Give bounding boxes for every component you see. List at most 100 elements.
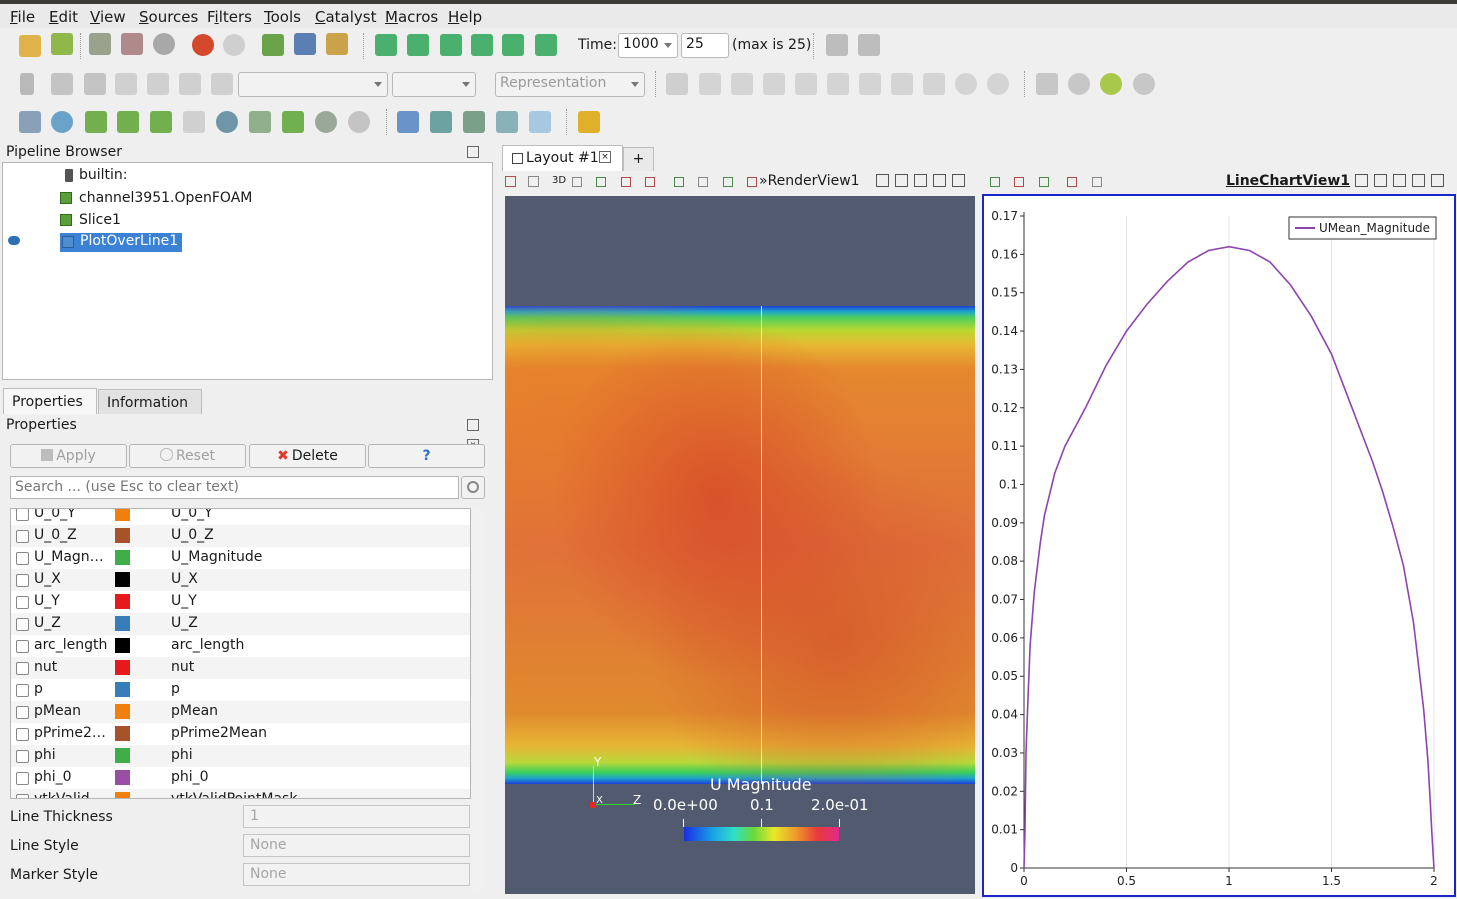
series-visibility-checkbox[interactable]	[16, 706, 29, 719]
warp-vector-icon[interactable]	[282, 111, 304, 133]
close-icon[interactable]: ×	[599, 151, 611, 163]
menu-file[interactable]: File	[10, 8, 35, 26]
series-visibility-checkbox[interactable]	[16, 574, 29, 587]
rescale-temporal-icon[interactable]	[179, 73, 201, 95]
rescale-visible-icon[interactable]	[147, 73, 169, 95]
series-visibility-checkbox[interactable]	[16, 552, 29, 565]
series-color-swatch[interactable]	[115, 660, 130, 675]
add-layout-tab[interactable]: +	[623, 147, 654, 171]
series-legend-label[interactable]: arc_length	[171, 637, 244, 653]
show-center-icon[interactable]	[1100, 73, 1122, 95]
zoom-box-icon[interactable]	[731, 73, 753, 95]
series-legend-label[interactable]: U_0_Z	[171, 527, 214, 543]
edit-color-map-icon[interactable]	[51, 73, 73, 95]
select-polygon-icon[interactable]	[1038, 177, 1049, 187]
plot-data-icon[interactable]	[430, 111, 452, 133]
representation-combo[interactable]: Representation	[495, 72, 645, 97]
tab-information[interactable]: Information	[98, 389, 202, 414]
interactive-select-icon[interactable]	[698, 177, 709, 187]
series-color-swatch[interactable]	[115, 770, 130, 785]
series-visibility-checkbox[interactable]	[16, 640, 29, 653]
restore-icon[interactable]	[933, 174, 946, 187]
series-legend-label[interactable]: U_X	[171, 571, 198, 587]
last-frame-icon[interactable]	[502, 34, 524, 56]
series-legend-label[interactable]: p	[171, 681, 180, 697]
menu-sources[interactable]: Sources	[139, 8, 198, 26]
stream-tracer-icon[interactable]	[249, 111, 271, 133]
series-visibility-checkbox[interactable]	[16, 728, 29, 741]
pipeline-item-plotoverline1[interactable]: PlotOverLine1	[60, 233, 182, 252]
series-color-swatch[interactable]	[115, 726, 130, 741]
group-datasets-icon[interactable]	[315, 111, 337, 133]
properties-dock-buttons[interactable]: ×	[467, 419, 493, 451]
properties-scrollbar[interactable]	[471, 800, 485, 893]
series-legend-label[interactable]: pMean	[171, 703, 218, 719]
add-selection-icon[interactable]	[858, 34, 880, 56]
rescale-icon[interactable]	[84, 73, 106, 95]
split-horizontal-icon[interactable]	[876, 174, 889, 187]
series-color-swatch[interactable]	[115, 682, 130, 697]
ruler-icon[interactable]	[578, 111, 600, 133]
series-visibility-checkbox[interactable]	[16, 618, 29, 631]
series-visibility-checkbox[interactable]	[16, 684, 29, 697]
series-row[interactable]: vtkValid… vtkValidPointMask	[11, 789, 470, 798]
series-visibility-checkbox[interactable]	[16, 750, 29, 763]
series-legend-label[interactable]: U_Y	[171, 593, 197, 609]
series-visibility-checkbox[interactable]	[16, 772, 29, 785]
color-map-icon[interactable]	[20, 73, 34, 95]
component-combo[interactable]	[392, 72, 476, 97]
selection-display-icon[interactable]	[397, 111, 419, 133]
series-color-swatch[interactable]	[115, 550, 130, 565]
loop-icon[interactable]	[535, 34, 557, 56]
view-plus-z-icon[interactable]	[891, 73, 913, 95]
series-visibility-checkbox[interactable]	[16, 509, 29, 521]
toggle-color-legend-icon[interactable]	[211, 73, 233, 95]
view-minus-z-icon[interactable]	[923, 73, 945, 95]
camera-icon[interactable]	[505, 176, 516, 187]
menu-help[interactable]: Help	[448, 8, 482, 26]
center-axes-icon[interactable]	[1036, 73, 1058, 95]
restore-icon[interactable]	[1412, 174, 1425, 187]
series-row[interactable]: U_0_Z U_0_Z	[11, 525, 470, 547]
glyph-icon[interactable]	[216, 111, 238, 133]
undo-icon[interactable]	[192, 34, 214, 56]
marker-style-combo[interactable]: None	[243, 863, 470, 886]
series-row[interactable]: U_X U_X	[11, 569, 470, 591]
series-visibility-checkbox[interactable]	[16, 530, 29, 543]
series-visibility-checkbox[interactable]	[16, 662, 29, 675]
series-row[interactable]: nut nut	[11, 657, 470, 679]
extract-subset-icon[interactable]	[183, 111, 205, 133]
select-cells-icon[interactable]	[596, 177, 607, 187]
pipeline-dock-buttons[interactable]: ×	[467, 146, 493, 178]
camera-undo-icon[interactable]	[528, 176, 540, 187]
series-row[interactable]: phi phi	[11, 745, 470, 767]
series-color-swatch[interactable]	[115, 509, 130, 521]
split-vertical-icon[interactable]	[1374, 174, 1387, 187]
calculator-icon[interactable]	[19, 111, 41, 133]
series-row[interactable]: pp	[11, 679, 470, 701]
view-minus-x-icon[interactable]	[795, 73, 817, 95]
line-chart-view[interactable]: 0 0.5 1 1.5 2 0 0.01 0.02 0.03 0.04 0.05 0.06 0.07 0.…	[982, 194, 1456, 897]
first-frame-icon[interactable]	[375, 34, 397, 56]
menu-view[interactable]: View	[90, 8, 126, 26]
properties-search-input[interactable]: Search ... (use Esc to clear text)	[10, 476, 459, 499]
series-row[interactable]: U_0_Y U_0_Y	[11, 509, 470, 525]
find-data-icon[interactable]	[826, 34, 848, 56]
series-legend-label[interactable]: U_Magnitude	[171, 549, 262, 565]
view-minus-y-icon[interactable]	[859, 73, 881, 95]
float-icon[interactable]	[467, 419, 479, 431]
clip-icon[interactable]	[85, 111, 107, 133]
maximize-icon[interactable]	[1393, 174, 1406, 187]
zoom-data-icon[interactable]	[699, 73, 721, 95]
next-frame-icon[interactable]	[471, 34, 493, 56]
close-icon[interactable]	[952, 174, 965, 187]
color-palette-icon[interactable]	[326, 33, 348, 55]
split-horizontal-icon[interactable]	[1355, 174, 1368, 187]
series-color-swatch[interactable]	[115, 792, 130, 798]
select-points-icon[interactable]	[620, 177, 631, 187]
reset-center-icon[interactable]	[1133, 73, 1155, 95]
help-button[interactable]: ?	[368, 444, 485, 468]
menu-edit[interactable]: Edit	[49, 8, 78, 26]
menu-catalyst[interactable]: Catalyst	[315, 8, 377, 26]
eye-icon[interactable]	[8, 236, 20, 245]
